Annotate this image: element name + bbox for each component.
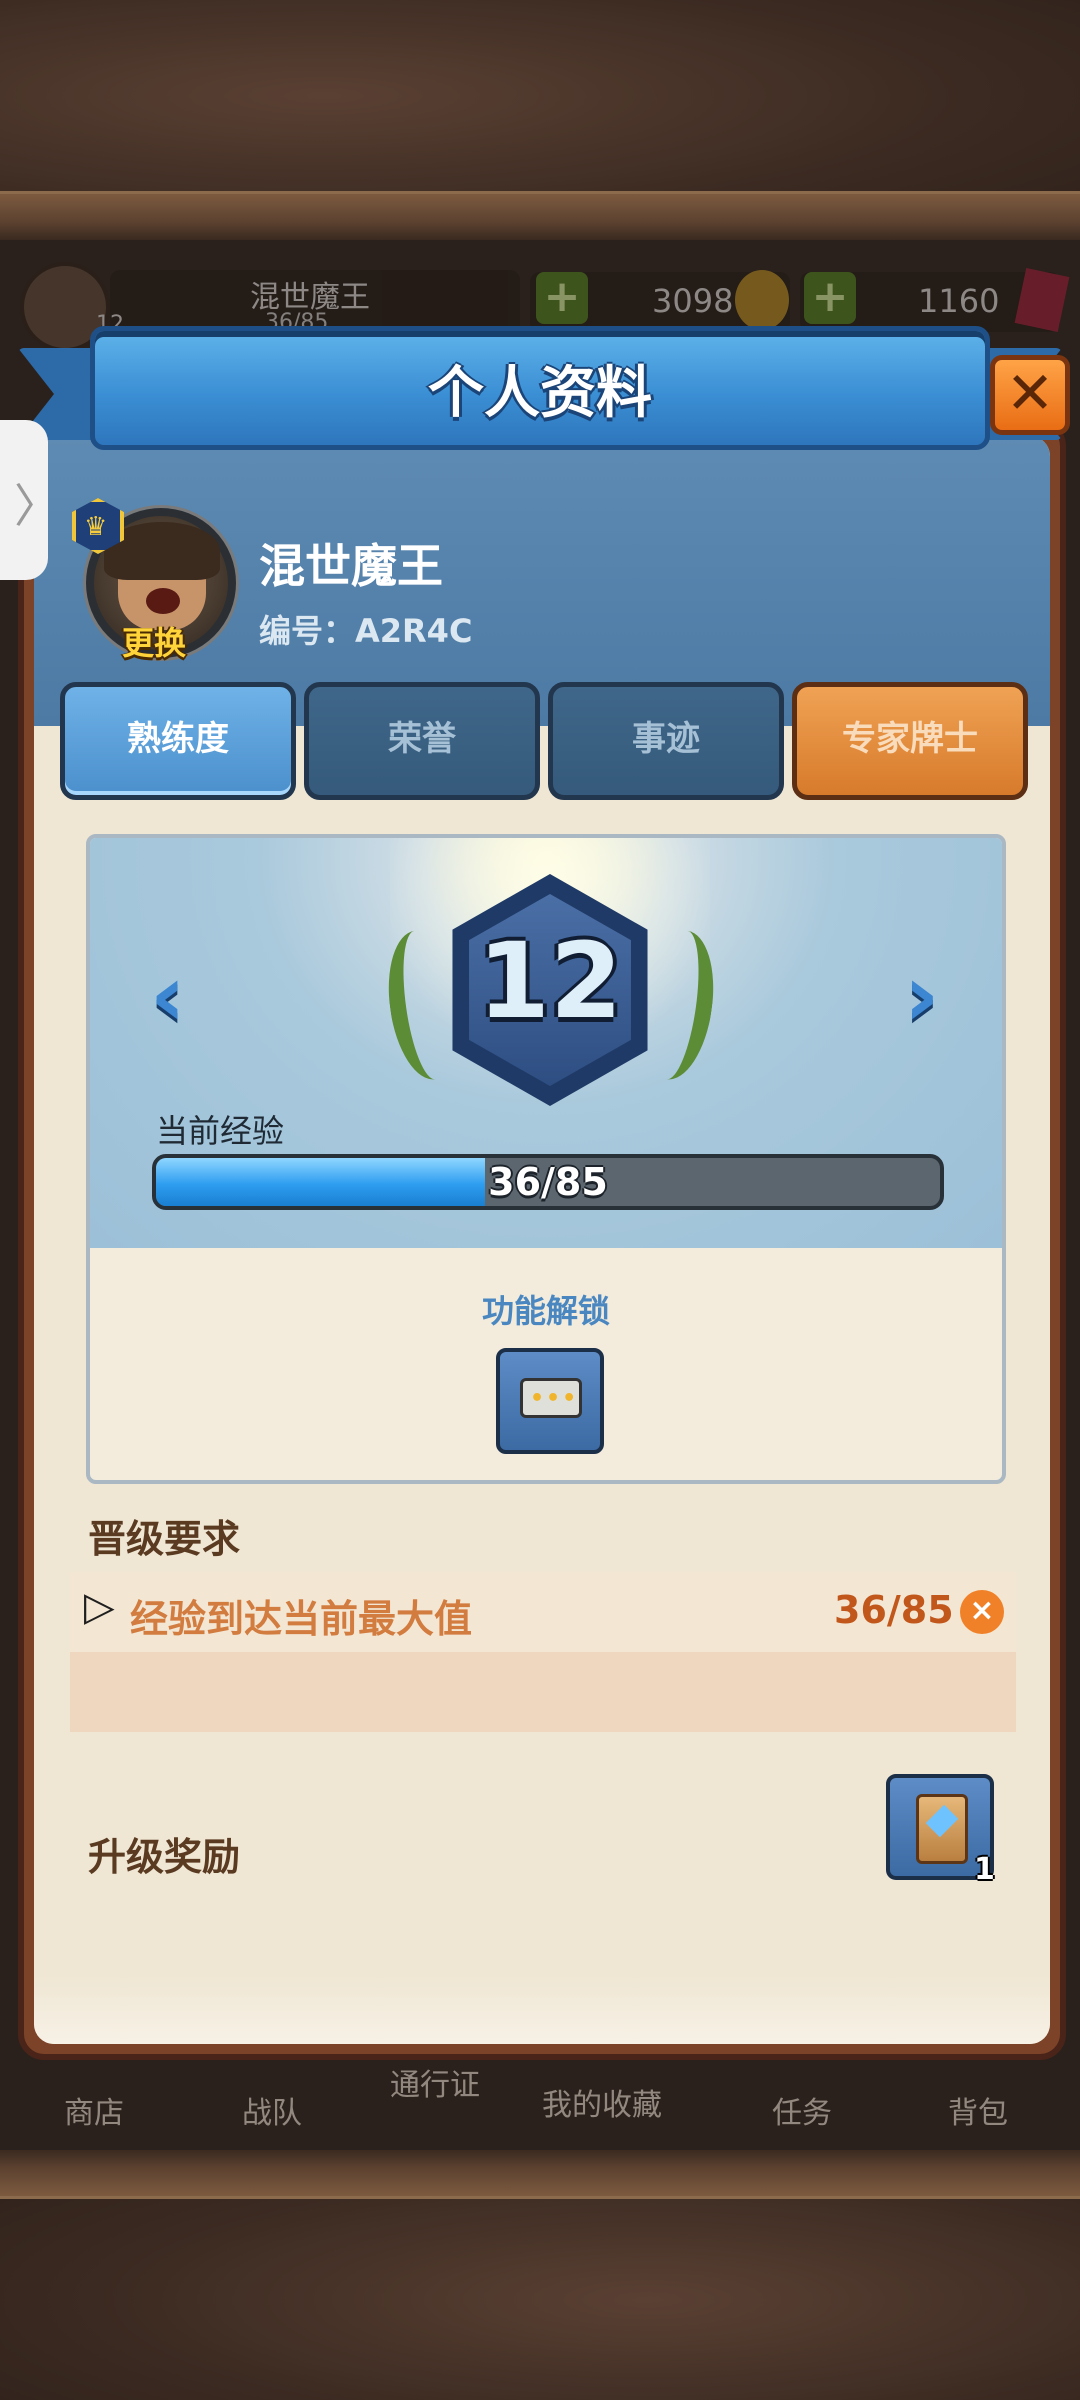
level-display: ‹ › 12 当前经验 36/85 <box>90 838 1002 1248</box>
prev-level-arrow-icon[interactable]: ‹ <box>150 953 200 1039</box>
player-name: 混世魔王 <box>259 539 443 593</box>
add-coins-button[interactable]: + <box>536 272 588 324</box>
add-gems-button[interactable]: + <box>804 272 856 324</box>
chevron-right-icon: 〉 <box>14 479 60 533</box>
nav-tasks[interactable]: 任务 <box>772 2088 832 2132</box>
requirements-title: 晋级要求 <box>88 1517 241 1561</box>
nav-bag[interactable]: 背包 <box>948 2088 1008 2132</box>
nav-collection[interactable]: 我的收藏 <box>542 2080 662 2124</box>
requirement-value: 36/85 <box>834 1588 954 1632</box>
level-number: 12 <box>477 920 623 1042</box>
unlock-title: 功能解锁 <box>481 1292 610 1330</box>
exp-label: 当前经验 <box>156 1112 285 1150</box>
title-banner: 个人资料 <box>10 320 1070 470</box>
crown-glyph: ♛ <box>84 512 108 542</box>
profile-dialog-body: ♛ 更换 混世魔王 编号：A2R4C 熟练度 荣誉 事迹 专家牌士 ‹ › 12… <box>34 436 1050 2044</box>
profile-dialog: ♛ 更换 混世魔王 编号：A2R4C 熟练度 荣誉 事迹 专家牌士 ‹ › 12… <box>18 420 1066 2060</box>
player-id: 编号：A2R4C <box>259 612 473 650</box>
exp-progress-bar: 36/85 <box>152 1154 944 1210</box>
reward-title: 升级奖励 <box>88 1835 241 1879</box>
tab-expert[interactable]: 专家牌士 <box>792 682 1028 800</box>
background-bottom <box>0 2150 1080 2400</box>
level-card: ‹ › 12 当前经验 36/85 功能解锁 ••• <box>86 834 1006 1484</box>
chat-dots: ••• <box>530 1386 579 1411</box>
close-icon[interactable]: ✕ <box>990 355 1070 435</box>
incomplete-x-icon: × <box>960 1590 1004 1634</box>
nav-shop[interactable]: 商店 <box>64 2088 124 2132</box>
nav-pass[interactable]: 通行证 <box>390 2060 480 2104</box>
background-top <box>0 0 1080 240</box>
dialog-title: 个人资料 <box>428 361 652 426</box>
requirement-row-empty <box>70 1652 1016 1732</box>
reward-count: 1 <box>974 1852 995 1887</box>
nav-team[interactable]: 战队 <box>242 2088 302 2132</box>
hud-coins: 3098 <box>652 282 734 320</box>
chat-bubble-icon[interactable]: ••• <box>496 1348 604 1454</box>
side-drawer-handle[interactable]: 〉 <box>0 420 60 580</box>
requirement-text: 经验到达当前最大值 <box>130 1597 473 1641</box>
requirement-row: ▷ 经验到达当前最大值 36/85 × <box>70 1572 1016 1652</box>
tab-proficiency[interactable]: 熟练度 <box>60 682 296 800</box>
play-arrow-icon: ▷ <box>84 1584 115 1630</box>
change-avatar-button[interactable]: 更换 <box>122 618 186 664</box>
tab-deeds[interactable]: 事迹 <box>548 682 784 800</box>
profile-tabs: 熟练度 荣誉 事迹 专家牌士 <box>60 682 1030 806</box>
hud-gems: 1160 <box>918 282 1000 320</box>
next-level-arrow-icon[interactable]: › <box>904 953 954 1039</box>
exp-progress-text: 36/85 <box>488 1160 608 1204</box>
tab-honor[interactable]: 荣誉 <box>304 682 540 800</box>
avatar-mouth <box>146 588 180 614</box>
